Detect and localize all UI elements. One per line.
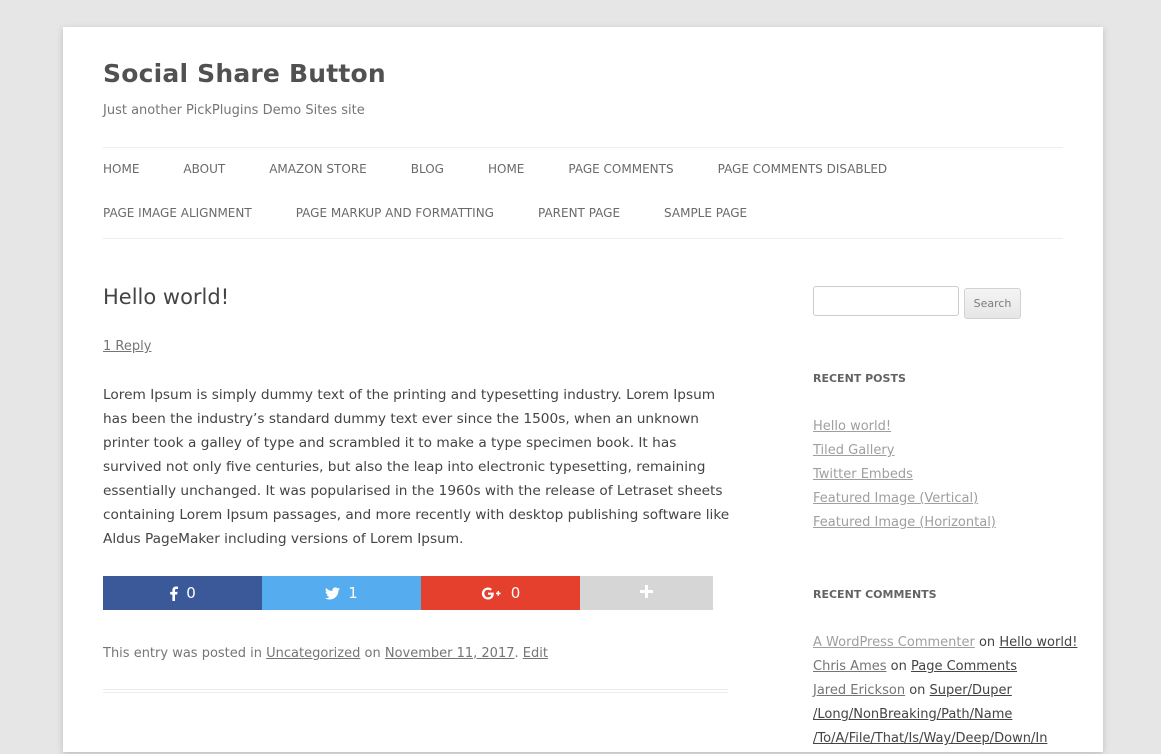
nav-item-page-comments-disabled[interactable]: PAGE COMMENTS DISABLED bbox=[718, 162, 888, 182]
nav-item-page-markup-formatting[interactable]: PAGE MARKUP AND FORMATTING bbox=[296, 206, 494, 226]
twitter-share-count: 1 bbox=[348, 584, 358, 602]
entry-meta-prefix: This entry was posted in bbox=[103, 646, 263, 661]
comment-author: Chris Ames bbox=[813, 659, 887, 674]
google-plus-share-button[interactable]: 0 bbox=[421, 576, 580, 610]
list-item: Hello world! bbox=[813, 418, 996, 442]
nav-item-sample-page[interactable]: SAMPLE PAGE bbox=[664, 206, 747, 226]
category-link[interactable]: Uncategorized bbox=[266, 646, 360, 661]
entry-meta-on: on bbox=[364, 646, 381, 661]
entry-meta: This entry was posted in Uncategorized o… bbox=[103, 646, 548, 661]
google-plus-icon bbox=[481, 587, 503, 600]
search-input[interactable] bbox=[813, 286, 959, 316]
list-item: Featured Image (Vertical) bbox=[813, 490, 996, 514]
recent-post-link[interactable]: Twitter Embeds bbox=[813, 467, 913, 482]
comment-on-text: on bbox=[978, 635, 996, 650]
site-title[interactable]: Social Share Button bbox=[103, 59, 386, 88]
entry-meta-period: . bbox=[514, 646, 519, 661]
main-navigation: HOME ABOUT AMAZON STORE BLOG HOME PAGE C… bbox=[103, 147, 1063, 239]
nav-item-blog[interactable]: BLOG bbox=[411, 162, 444, 182]
recent-post-link[interactable]: Featured Image (Horizontal) bbox=[813, 515, 996, 530]
recent-post-link[interactable]: Tiled Gallery bbox=[813, 443, 894, 458]
list-item: Chris Ames on Page Comments bbox=[813, 658, 1077, 682]
comment-post-link[interactable]: /To/A/File/That/Is/Way/Deep/Down/In bbox=[813, 731, 1047, 746]
twitter-share-button[interactable]: 1 bbox=[262, 576, 421, 610]
list-item: /To/A/File/That/Is/Way/Deep/Down/In bbox=[813, 730, 1077, 754]
nav-item-home[interactable]: HOME bbox=[103, 162, 139, 182]
nav-item-page-comments[interactable]: PAGE COMMENTS bbox=[568, 162, 673, 182]
facebook-share-button[interactable]: 0 bbox=[103, 576, 262, 610]
list-item: Jared Erickson on Super/Duper bbox=[813, 682, 1077, 706]
site-description: Just another PickPlugins Demo Sites site bbox=[103, 103, 365, 118]
recent-comments-list: A WordPress Commenter on Hello world! Ch… bbox=[813, 634, 1077, 754]
comment-post-link[interactable]: Super/Duper bbox=[930, 683, 1012, 698]
comment-author: Jared Erickson bbox=[813, 683, 906, 698]
comment-author-link[interactable]: A WordPress Commenter bbox=[813, 635, 975, 650]
list-item: A WordPress Commenter on Hello world! bbox=[813, 634, 1077, 658]
comment-post-link[interactable]: Hello world! bbox=[999, 635, 1077, 650]
facebook-share-count: 0 bbox=[186, 584, 196, 602]
content-divider bbox=[103, 689, 728, 693]
twitter-icon bbox=[325, 586, 341, 600]
list-item: /Long/NonBreaking/Path/Name bbox=[813, 706, 1077, 730]
list-item: Featured Image (Horizontal) bbox=[813, 514, 996, 538]
edit-link[interactable]: Edit bbox=[523, 646, 548, 661]
comment-post-link[interactable]: /Long/NonBreaking/Path/Name bbox=[813, 707, 1012, 722]
nav-item-parent-page[interactable]: PARENT PAGE bbox=[538, 206, 620, 226]
recent-post-link[interactable]: Hello world! bbox=[813, 419, 891, 434]
list-item: Twitter Embeds bbox=[813, 466, 996, 490]
nav-item-page-image-alignment[interactable]: PAGE IMAGE ALIGNMENT bbox=[103, 206, 252, 226]
comment-post-link[interactable]: Page Comments bbox=[911, 659, 1017, 674]
comment-on-text: on bbox=[909, 683, 926, 698]
list-item: Tiled Gallery bbox=[813, 442, 996, 466]
nav-item-amazon-store[interactable]: AMAZON STORE bbox=[269, 162, 367, 182]
comment-on-text: on bbox=[890, 659, 907, 674]
search-button[interactable]: Search bbox=[964, 288, 1021, 319]
google-plus-share-count: 0 bbox=[510, 584, 521, 602]
reply-link[interactable]: 1 Reply bbox=[103, 339, 151, 354]
more-share-button[interactable] bbox=[580, 576, 713, 610]
facebook-icon bbox=[169, 586, 179, 601]
recent-comments-title: RECENT COMMENTS bbox=[813, 588, 937, 601]
recent-posts-list: Hello world! Tiled Gallery Twitter Embed… bbox=[813, 418, 996, 538]
nav-item-home-2[interactable]: HOME bbox=[488, 162, 524, 182]
nav-row-2: PAGE IMAGE ALIGNMENT PAGE MARKUP AND FOR… bbox=[103, 206, 791, 226]
plus-icon bbox=[640, 584, 653, 602]
recent-posts-title: RECENT POSTS bbox=[813, 372, 906, 385]
nav-item-about[interactable]: ABOUT bbox=[183, 162, 225, 182]
date-link[interactable]: November 11, 2017 bbox=[385, 646, 515, 661]
page-container: Social Share Button Just another PickPlu… bbox=[63, 27, 1103, 752]
social-share-bar: 0 1 0 bbox=[103, 576, 713, 610]
post-title[interactable]: Hello world! bbox=[103, 285, 229, 309]
recent-post-link[interactable]: Featured Image (Vertical) bbox=[813, 491, 978, 506]
nav-row-1: HOME ABOUT AMAZON STORE BLOG HOME PAGE C… bbox=[103, 162, 931, 182]
post-body: Lorem Ipsum is simply dummy text of the … bbox=[103, 387, 730, 547]
